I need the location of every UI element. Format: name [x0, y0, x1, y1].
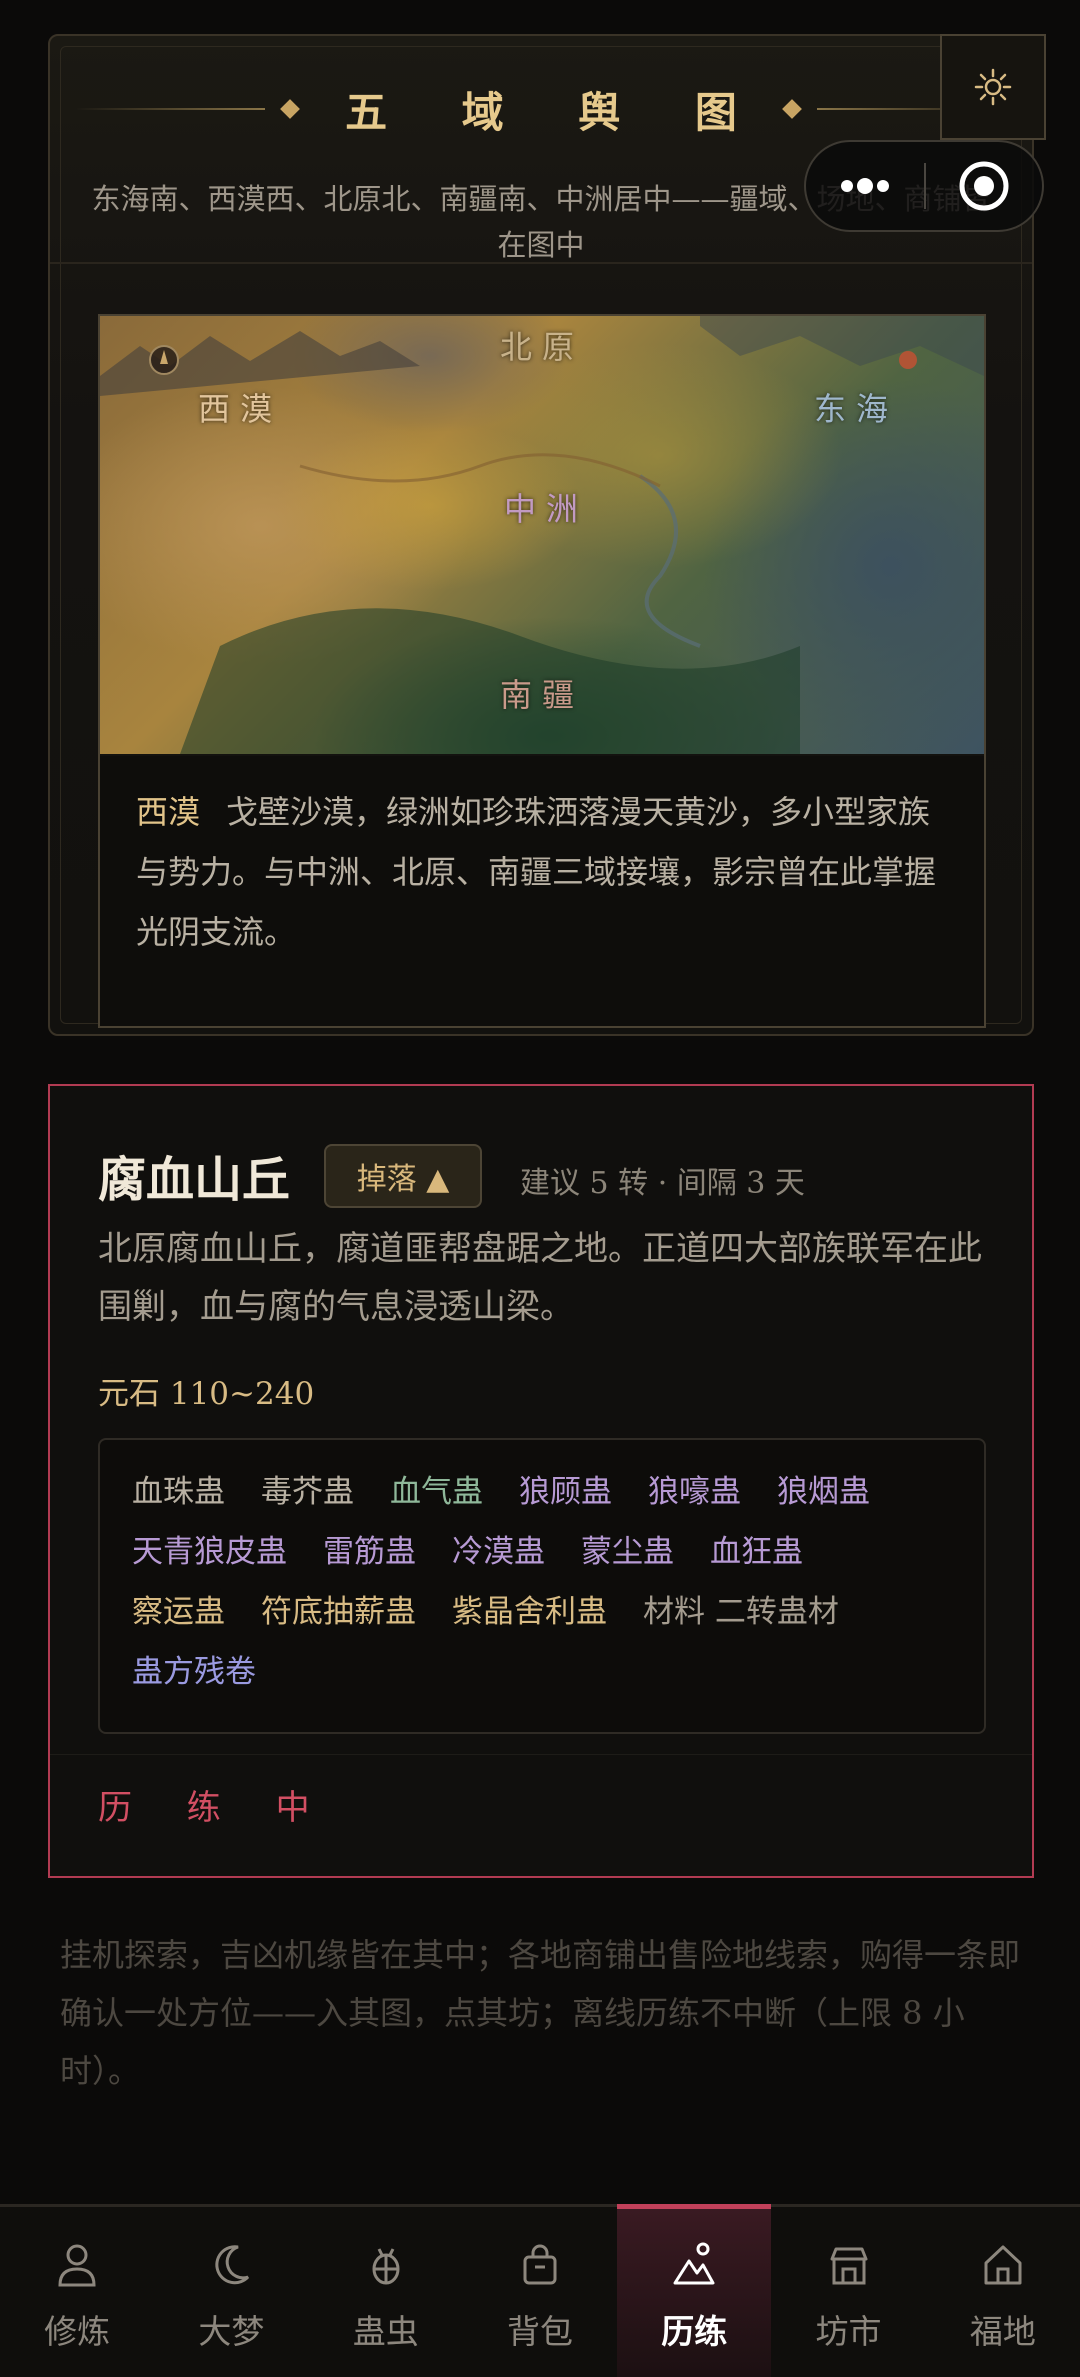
close-miniprogram-button[interactable]: [926, 142, 1042, 230]
nav-item-blessed-land[interactable]: 福地: [926, 2207, 1080, 2377]
nav-label: 修炼: [44, 2312, 111, 2351]
world-map-image[interactable]: 北原 西漠 东海 中洲 南疆: [100, 316, 984, 754]
location-name: 腐血山丘: [98, 1152, 291, 1208]
target-icon: [959, 161, 1009, 211]
drop-toggle-button[interactable]: 掉落 ▲: [324, 1144, 482, 1208]
home-icon: [984, 2245, 1022, 2285]
person-icon: [58, 2244, 96, 2287]
mountain-icon: [673, 2242, 715, 2285]
nav-item-market[interactable]: 坊市: [771, 2207, 925, 2377]
nav-label: 坊市: [815, 2312, 882, 2351]
nav-label: 大梦: [198, 2312, 265, 2351]
selected-region-text: 戈壁沙漠，绿洲如珍珠洒落漫天黄沙，多小型家族与势力。与中洲、北原、南疆三域接壤，…: [136, 793, 937, 951]
nav-item-dream[interactable]: 大梦: [154, 2207, 308, 2377]
region-label-west[interactable]: 西漠: [198, 384, 282, 430]
region-label-north[interactable]: 北原: [500, 322, 584, 368]
drop-item[interactable]: 狼嚎蛊: [648, 1462, 741, 1522]
region-label-east[interactable]: 东海: [814, 384, 898, 430]
title-divider-left: [75, 108, 266, 110]
bug-icon: [372, 2248, 400, 2285]
drop-item[interactable]: 血珠蛊: [132, 1462, 225, 1522]
map-title-row: 五 域 舆 图: [50, 76, 1032, 142]
title-diamond-left: [280, 99, 300, 119]
nav-item-bag[interactable]: 背包: [463, 2207, 617, 2377]
nav-label: 背包: [506, 2312, 573, 2351]
status-divider: [50, 1754, 1032, 1755]
more-menu-button[interactable]: [806, 142, 924, 230]
nav-label: 福地: [969, 2312, 1036, 2351]
location-reward: 元石 110~240: [98, 1376, 315, 1412]
gear-icon: [974, 68, 1012, 106]
drop-item[interactable]: 狼烟蛊: [777, 1462, 870, 1522]
drop-item[interactable]: 血狂蛊: [710, 1522, 803, 1582]
nav-label: 蛊虫: [352, 2312, 419, 2351]
region-description: 西漠 戈壁沙漠，绿洲如珍珠洒落漫天黄沙，多小型家族与势力。与中洲、北原、南疆三域接…: [100, 756, 984, 1026]
selected-region-name: 西漠: [136, 793, 201, 831]
drop-item[interactable]: 雷筋蛊: [323, 1522, 416, 1582]
more-dots-icon: [841, 178, 889, 194]
drop-item[interactable]: 蒙尘蛊: [581, 1522, 674, 1582]
drop-item[interactable]: 符底抽薪蛊: [261, 1582, 416, 1642]
location-meta: 建议 5 转 · 间隔 3 天: [520, 1166, 805, 1201]
location-status: 历 练 中: [98, 1788, 332, 1828]
shop-icon: [830, 2247, 868, 2285]
miniprogram-capsule: [804, 140, 1044, 232]
drop-item[interactable]: 材料 二转蛊材: [643, 1582, 839, 1642]
moon-icon: [215, 2245, 250, 2285]
nav-item-adventure[interactable]: 历练: [617, 2204, 772, 2377]
drop-item[interactable]: 蛊方残卷: [132, 1642, 256, 1702]
title-diamond-right: [782, 99, 802, 119]
drop-item[interactable]: 毒芥蛊: [261, 1462, 354, 1522]
drop-item[interactable]: 血气蛊: [390, 1462, 483, 1522]
drop-list: 血珠蛊 毒芥蛊 血气蛊 狼顾蛊 狼嚎蛊 狼烟蛊天青狼皮蛊 雷筋蛊 冷漠蛊 蒙尘蛊 血狂蛊察运蛊 符底…: [98, 1438, 986, 1734]
drop-item[interactable]: 天青狼皮蛊: [132, 1522, 287, 1582]
bottom-nav: 修炼 大梦 蛊虫 背包 历练 坊市 福地: [0, 2204, 1080, 2377]
footer-note: 挂机探索，吉凶机缘皆在其中；各地商铺出售险地线索，购得一条即确认一处方位——入其…: [60, 1936, 1021, 2090]
region-label-center[interactable]: 中洲: [504, 484, 588, 530]
region-label-south[interactable]: 南疆: [500, 670, 584, 716]
map-title: 五 域 舆 图: [345, 87, 767, 137]
drop-item[interactable]: 察运蛊: [132, 1582, 225, 1642]
map-frame: 北原 西漠 东海 中洲 南疆 西漠 戈壁沙漠，绿洲如珍珠洒落漫天黄沙，多小型家族与…: [98, 314, 986, 1028]
nav-item-gu[interactable]: 蛊虫: [309, 2207, 463, 2377]
nav-label: 历练: [661, 2312, 728, 2351]
drop-item[interactable]: 紫晶舍利蛊: [452, 1582, 607, 1642]
settings-button[interactable]: [940, 34, 1046, 140]
drop-item[interactable]: 冷漠蛊: [452, 1522, 545, 1582]
drop-item[interactable]: 狼顾蛊: [519, 1462, 612, 1522]
bag-icon: [523, 2244, 557, 2285]
nav-item-cultivate[interactable]: 修炼: [0, 2207, 154, 2377]
location-description: 北原腐血山丘，腐道匪帮盘踞之地。正道四大部族联军在此围剿，血与腐的气息浸透山梁。: [98, 1229, 982, 1327]
location-card[interactable]: 腐血山丘 掉落 ▲ 建议 5 转 · 间隔 3 天 北原腐血山丘，腐道匪帮盘踞之…: [48, 1084, 1034, 1878]
